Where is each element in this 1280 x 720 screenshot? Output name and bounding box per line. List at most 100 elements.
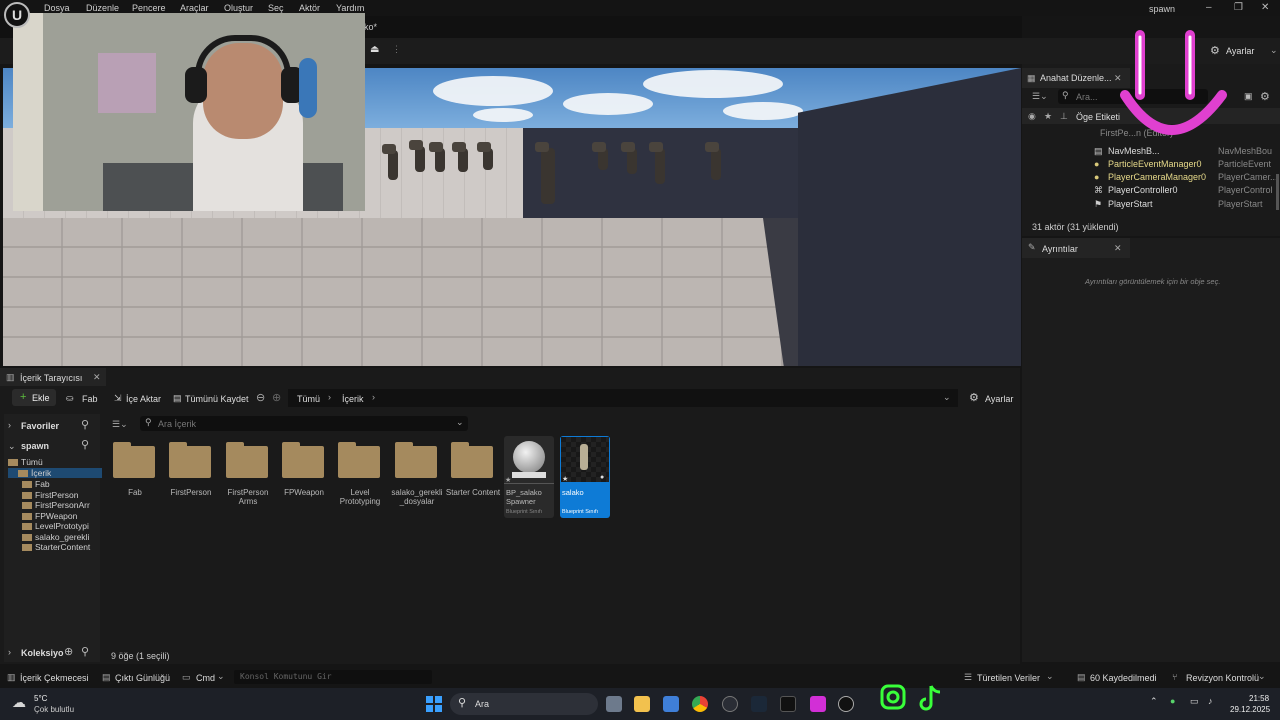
weather-desc[interactable]: Çok bulutlu — [34, 705, 74, 714]
menu-edit[interactable]: Düzenle — [86, 3, 119, 13]
menu-select[interactable]: Seç — [268, 3, 284, 13]
minimize-icon[interactable]: – — [1206, 2, 1212, 13]
weather-icon[interactable]: ☁ — [12, 694, 26, 711]
chevron-up-icon[interactable]: ⌃ — [1150, 696, 1158, 707]
chevron-right-icon[interactable]: › — [372, 392, 375, 402]
outliner-settings-icon[interactable]: ⚙ — [1260, 90, 1270, 103]
chevron-right-icon[interactable]: › — [8, 420, 11, 430]
add-button[interactable]: + Ekle — [12, 389, 56, 406]
asset-bp-salako-spawner[interactable]: ★ BP_salako Spawner Blueprint Sınıfı — [504, 436, 554, 518]
content-drawer-button[interactable]: İçerik Çekmecesi — [20, 673, 89, 683]
folder-firstperson-arms[interactable] — [226, 442, 268, 478]
filter-icon[interactable]: ☰⌄ — [1032, 91, 1048, 102]
close-icon[interactable]: ✕ — [1261, 2, 1269, 13]
tree-item[interactable]: LevelPrototypi — [22, 521, 89, 531]
revision-control-button[interactable]: Revizyon Kontrolü — [1186, 673, 1259, 683]
folder-fpweapon[interactable] — [282, 442, 324, 478]
character-mesh[interactable] — [592, 142, 608, 170]
chrome-icon[interactable] — [692, 696, 708, 712]
outliner-scrollbar[interactable] — [1276, 174, 1279, 210]
tree-item[interactable]: salako_gerekli — [22, 532, 89, 542]
tab-content-browser[interactable]: ▥ İçerik Tarayıcısı ✕ — [0, 368, 106, 386]
fab-button[interactable]: Fab — [82, 394, 98, 404]
tree-item-selected[interactable]: İçerik — [8, 468, 102, 478]
chevron-down-icon[interactable]: ⌄ — [8, 441, 16, 452]
unsaved-button[interactable]: 60 Kaydedilmedi — [1090, 673, 1157, 683]
character-mesh[interactable] — [621, 142, 637, 174]
gear-icon[interactable]: ⚙ — [969, 391, 979, 404]
cb-settings-button[interactable]: Ayarlar — [985, 394, 1013, 404]
character-mesh[interactable] — [382, 144, 398, 180]
filter-icon[interactable]: ☰⌄ — [112, 419, 128, 430]
menu-create[interactable]: Oluştur — [224, 3, 253, 13]
unreal-logo-icon[interactable]: U — [4, 2, 30, 28]
tree-item[interactable]: Fab — [22, 479, 50, 489]
save-icon[interactable]: ▤ — [173, 393, 182, 404]
outliner-row[interactable]: ● PlayerCameraManager0 PlayerCamer... — [1022, 171, 1280, 184]
pin-icon[interactable]: ⊥ — [1060, 111, 1068, 122]
tree-item[interactable]: FPWeapon — [22, 511, 77, 521]
add-collection-icon[interactable]: ⊕ — [64, 645, 73, 658]
import-icon[interactable]: ⇲ — [114, 393, 122, 404]
tree-item[interactable]: StarterContent — [22, 542, 90, 552]
tree-item[interactable]: Tümü — [8, 457, 43, 467]
star-icon[interactable]: ★ — [1044, 111, 1052, 122]
character-mesh[interactable] — [409, 140, 425, 172]
menu-window[interactable]: Pencere — [132, 3, 166, 13]
folder-starter-content[interactable] — [451, 442, 493, 478]
fab-icon[interactable]: ⛀ — [66, 393, 74, 404]
clock-date[interactable]: 29.12.2025 — [1230, 705, 1270, 714]
windows-start-icon[interactable] — [426, 696, 442, 712]
search-icon[interactable]: ⚲ — [81, 645, 89, 658]
level-tab-label[interactable]: ko* — [364, 22, 377, 32]
tree-item[interactable]: FirstPerson — [22, 490, 78, 500]
clock-time[interactable]: 21:58 — [1249, 694, 1269, 703]
character-mesh[interactable] — [477, 142, 493, 170]
console-input[interactable]: Konsol Komutunu Gir — [234, 670, 432, 684]
tree-item[interactable]: FirstPersonArr — [22, 500, 90, 510]
chevron-down-icon[interactable]: ⌄ — [456, 417, 464, 428]
breadcrumb-all[interactable]: Tümü — [297, 394, 320, 404]
character-mesh[interactable] — [429, 142, 445, 172]
chevron-down-icon[interactable]: ⌄ — [1046, 671, 1054, 682]
content-search-input[interactable]: ⚲ Ara İçerik ⌄ — [140, 416, 468, 431]
derived-data-button[interactable]: Türetilen Veriler — [977, 673, 1040, 683]
folder-firstperson[interactable] — [169, 442, 211, 478]
character-mesh[interactable] — [452, 142, 468, 172]
chevron-down-icon[interactable]: ⌄ — [943, 392, 951, 403]
forward-icon[interactable]: ⊕ — [272, 391, 281, 404]
output-log-button[interactable]: Çıktı Günlüğü — [115, 673, 170, 683]
chevron-down-icon[interactable]: ⌄ — [1270, 45, 1278, 56]
folder-fab[interactable] — [113, 442, 155, 478]
collections-header[interactable]: Koleksiyo — [21, 648, 64, 658]
chevron-down-icon[interactable]: ⌄ — [217, 671, 225, 682]
character-mesh[interactable] — [535, 142, 555, 204]
eject-icon[interactable]: ⏏ — [370, 44, 379, 55]
steam-icon[interactable] — [751, 696, 767, 712]
asset-salako-selected[interactable]: ★ ● salako Blueprint Sınıfı — [560, 436, 610, 518]
app-icon[interactable] — [810, 696, 826, 712]
task-view-icon[interactable] — [606, 696, 622, 712]
cmd-dropdown[interactable]: Cmd — [196, 673, 215, 683]
more-options-icon[interactable]: ⋮ — [392, 44, 401, 55]
unreal-engine-icon[interactable] — [838, 696, 854, 712]
project-header[interactable]: spawn — [21, 441, 49, 451]
github-icon[interactable] — [722, 696, 738, 712]
folder-salako-gerekli[interactable] — [395, 442, 437, 478]
back-icon[interactable]: ⊖ — [256, 391, 265, 404]
store-icon[interactable] — [663, 696, 679, 712]
breadcrumb-content[interactable]: İçerik — [342, 394, 364, 404]
menu-tools[interactable]: Araçlar — [180, 3, 209, 13]
menu-file[interactable]: Dosya — [44, 3, 70, 13]
tab-details[interactable]: ✎ Ayrıntılar ✕ — [1022, 238, 1130, 258]
eye-icon[interactable]: ◉ — [1028, 111, 1036, 122]
taskbar-search[interactable]: ⚲ Ara — [450, 693, 598, 715]
chevron-right-icon[interactable]: › — [8, 647, 11, 657]
file-explorer-icon[interactable] — [634, 696, 650, 712]
epic-games-icon[interactable] — [780, 696, 796, 712]
close-tab-icon[interactable]: ✕ — [93, 372, 101, 383]
weather-temp[interactable]: 5°C — [34, 694, 47, 703]
save-all-button[interactable]: Tümünü Kaydet — [185, 394, 249, 404]
volume-icon[interactable]: ♪ — [1208, 696, 1213, 706]
microphone-icon[interactable]: ● — [1170, 696, 1175, 706]
